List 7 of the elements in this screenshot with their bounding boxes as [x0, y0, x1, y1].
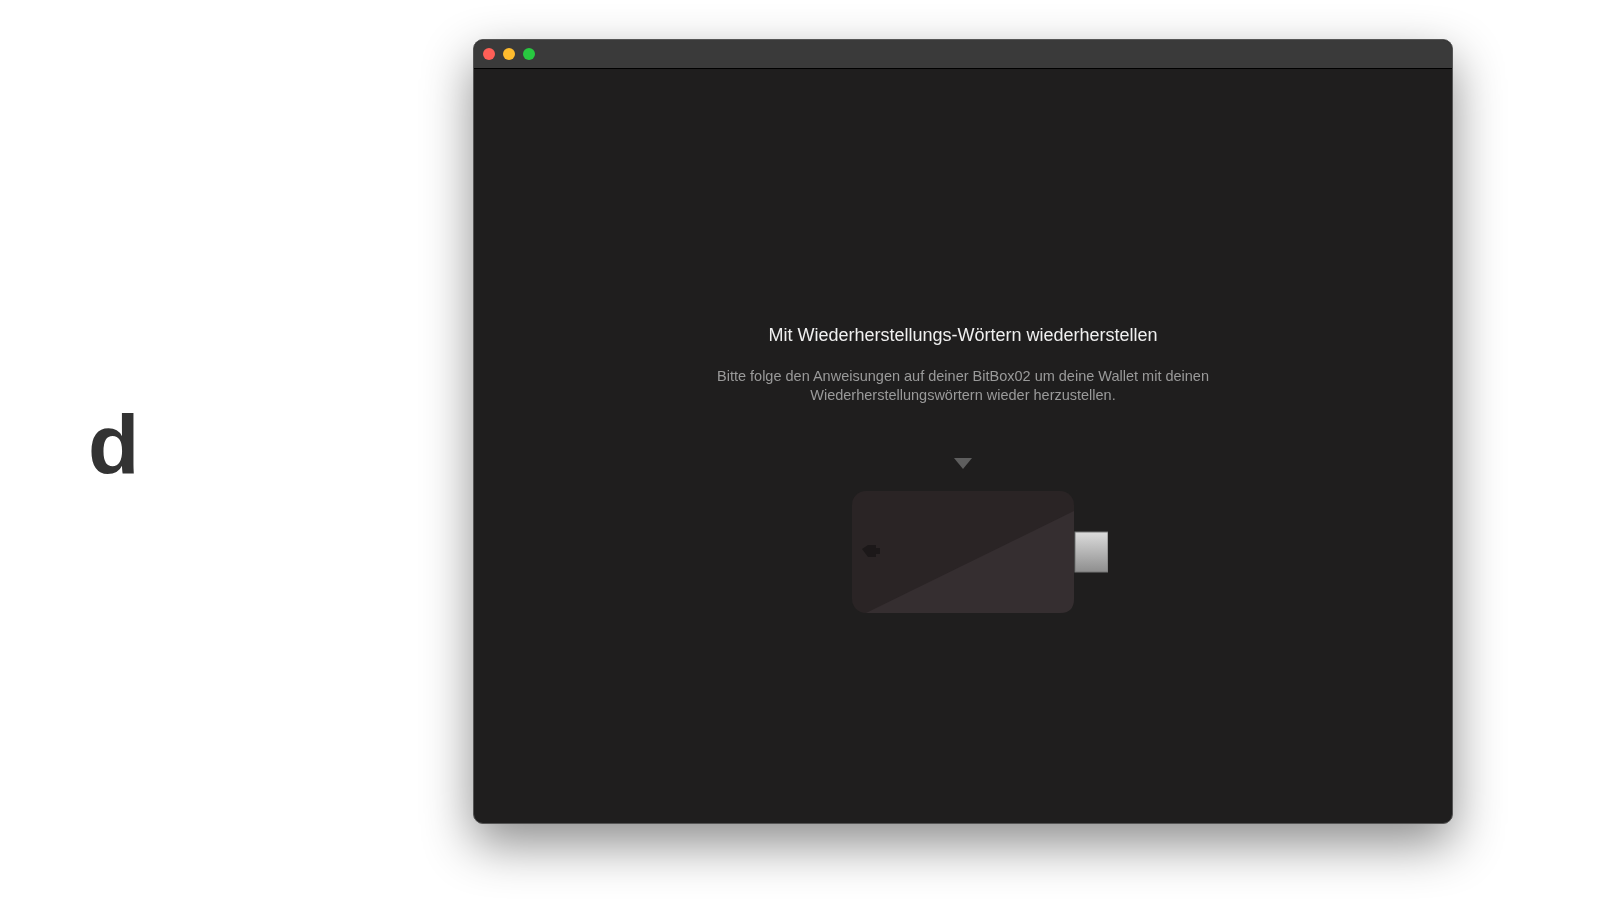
page-title: Mit Wiederherstellungs-Wörtern wiederherstellen	[768, 324, 1158, 347]
minimize-button[interactable]	[503, 48, 515, 60]
zoom-button[interactable]	[523, 48, 535, 60]
instruction-text: Bitte folge den Anweisungen auf deiner BitBox02 um deine Wallet mit deinen Wiederherstellungswörtern wieder herzustellen.	[716, 367, 1210, 405]
pointer-triangle-icon	[954, 458, 972, 469]
side-letter: d	[88, 403, 140, 487]
close-button[interactable]	[483, 48, 495, 60]
